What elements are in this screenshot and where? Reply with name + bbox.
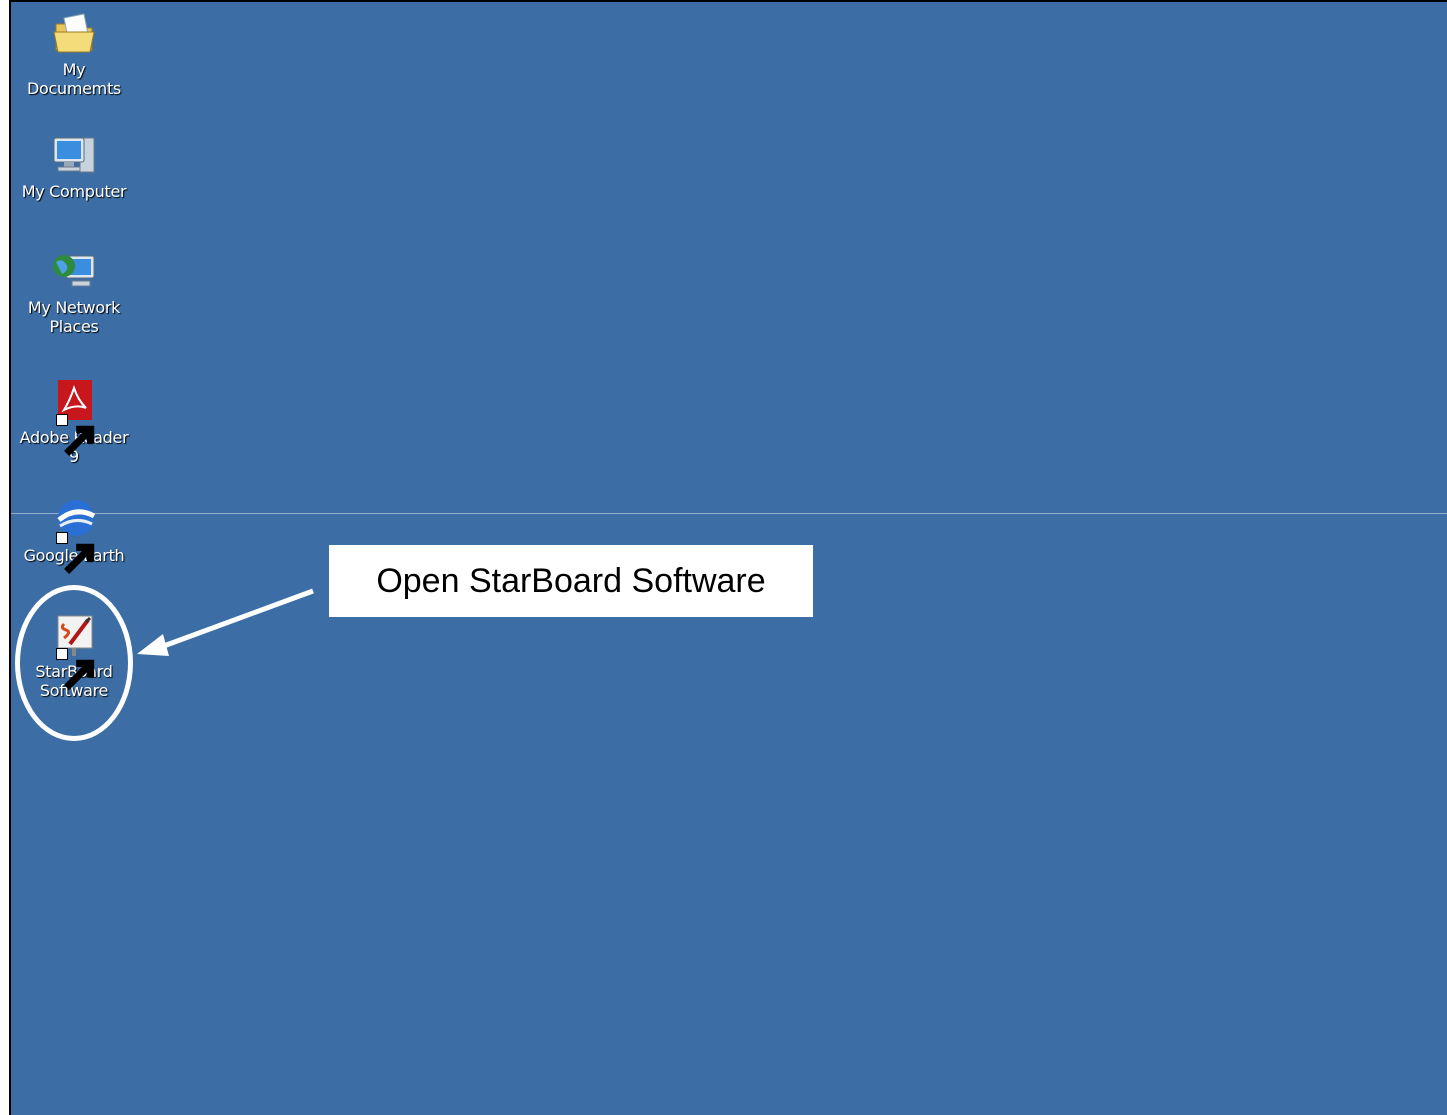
icon-label: My Documemts [27,60,121,98]
callout-box: Open StarBoard Software [329,545,813,617]
google-earth-icon [50,496,98,574]
highlight-ellipse [15,585,133,741]
callout-text: Open StarBoard Software [376,561,766,600]
shortcut-arrow-icon [56,414,95,456]
desktop-icon-adobe-reader[interactable]: Adobe Reader 9 [11,378,137,466]
network-icon [50,248,98,296]
folder-icon [50,10,98,58]
computer-icon [50,132,98,180]
desktop-icon-my-computer[interactable]: My Computer [11,132,137,201]
desktop-icon-google-earth[interactable]: Google Earth [11,496,137,574]
icon-label: My Computer [21,182,127,201]
adobe-reader-icon [50,378,98,456]
icon-label: My Network Places [27,298,121,336]
slide-seam-line [11,513,1447,514]
desktop-icon-my-network-places[interactable]: My Network Places [11,248,137,336]
shortcut-arrow-icon [56,532,95,574]
desktop: My Documemts My Computer My Network Plac… [9,0,1447,1115]
desktop-icon-my-documents[interactable]: My Documemts [11,10,137,98]
